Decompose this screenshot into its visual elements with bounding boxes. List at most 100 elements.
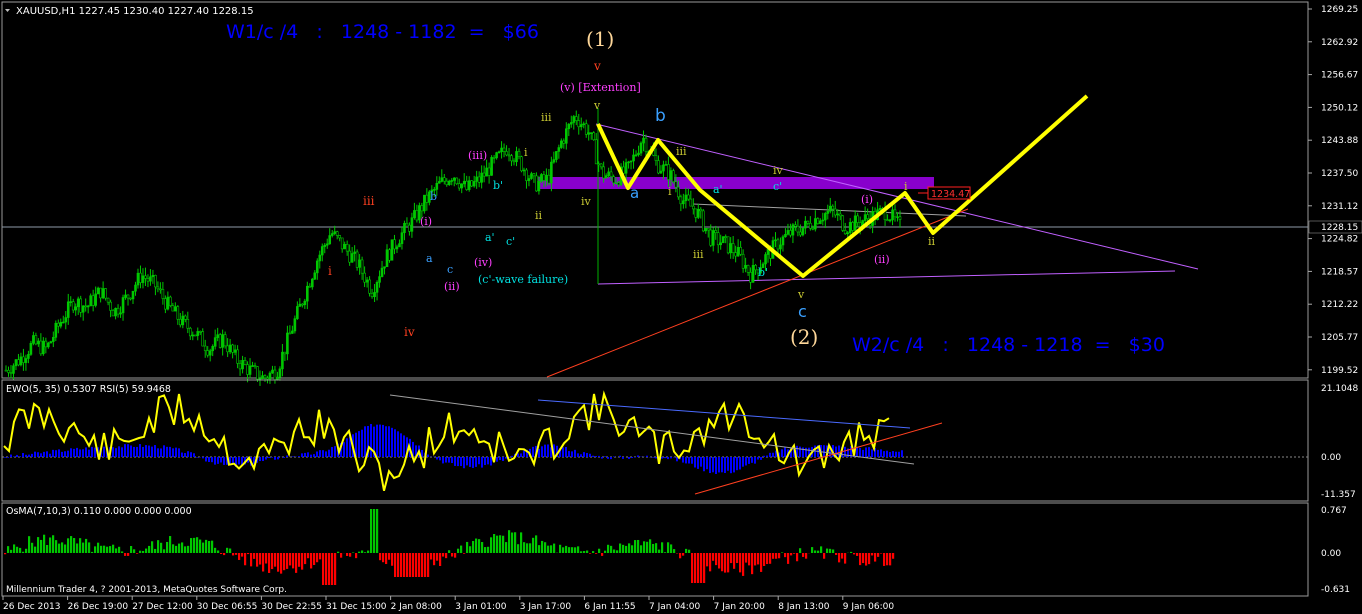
wave-label-1: (1): [586, 27, 614, 51]
candle-body: [779, 244, 782, 250]
osma-bar: [16, 546, 19, 553]
candle-body: [487, 167, 491, 176]
osma-bar: [643, 541, 646, 553]
osma-bar: [580, 551, 583, 553]
osma-bar: [385, 553, 388, 565]
ewo-bar: [52, 449, 54, 457]
candle-body: [574, 116, 578, 121]
ewo-bar: [709, 457, 711, 474]
ewo-bar: [79, 449, 81, 457]
ewo-bar: [868, 447, 870, 457]
ewo-bar: [628, 457, 630, 459]
osma-bar: [322, 553, 325, 585]
candle-body: [311, 278, 314, 288]
ewo-bar: [346, 438, 348, 457]
wave-label-b-big: b: [655, 106, 666, 126]
osma-axis-top: 0.767: [1321, 506, 1347, 516]
wave-label-b-prime2: b': [758, 266, 768, 279]
candle-body: [256, 366, 259, 380]
osma-bar: [4, 553, 7, 555]
ewo-bar: [85, 447, 87, 457]
candle-body: [248, 365, 252, 375]
ewo-bar: [562, 447, 564, 457]
time-axis-label: 26 Dec 19:00: [68, 602, 129, 612]
osma-bar: [238, 553, 241, 560]
osma-bar: [568, 547, 571, 553]
candle-body: [482, 172, 486, 177]
osma-bar: [241, 553, 244, 557]
osma-bar: [244, 553, 247, 566]
candle-body: [806, 220, 810, 224]
candle-body: [44, 340, 48, 348]
osma-bar: [589, 553, 592, 554]
candle-body: [480, 172, 483, 183]
osma-bar: [358, 551, 361, 553]
osma-bar: [307, 553, 310, 559]
ewo-rsi-panel[interactable]: EWO(5, 35) 0.5307 RSI(5) 59.9468 21.1048…: [1, 379, 1358, 502]
candle-body: [56, 322, 60, 327]
ewo-bar: [460, 457, 462, 467]
ewo-trendline: [694, 422, 943, 495]
candle-body: [809, 222, 812, 229]
candle-body: [550, 161, 553, 184]
ewo-bar: [19, 456, 21, 457]
ewo-bar: [898, 451, 900, 457]
osma-bar: [148, 545, 151, 553]
osma-bar: [547, 545, 550, 553]
osma-bar: [622, 544, 625, 553]
osma-bar: [313, 553, 316, 566]
osma-bar: [766, 553, 769, 565]
candle-body: [415, 210, 419, 221]
candle-body: [74, 306, 78, 311]
candle-body: [283, 351, 287, 355]
osma-bar: [517, 544, 520, 553]
osma-bar: [103, 545, 106, 553]
ewo-bar: [151, 446, 153, 457]
wave-label-v-extension: (v) [Extention]: [560, 81, 641, 94]
candle-body: [500, 147, 503, 153]
ewo-bar: [490, 457, 492, 466]
osma-bar: [247, 553, 250, 555]
osma-bar: [7, 546, 10, 553]
osma-bar: [49, 537, 52, 553]
osma-bar: [682, 553, 685, 556]
candle-body: [816, 218, 820, 224]
headline-w1: W1/c /4 : 1248 - 1182 = $66: [226, 21, 539, 43]
candle-body: [629, 160, 633, 163]
candle-body: [403, 222, 406, 234]
candle-body: [420, 205, 424, 212]
candle-body: [390, 239, 394, 261]
candle-body: [614, 182, 618, 185]
price-axis-label: 1250.12: [1321, 103, 1358, 113]
osma-bar: [745, 553, 748, 563]
osma-panel[interactable]: OsMA(7,10,3) 0.110 0.000 0.000 0.000 0.7…: [1, 502, 1350, 597]
candle-body: [241, 360, 244, 370]
candle-body: [657, 160, 660, 174]
ewo-bar: [772, 452, 774, 457]
osma-bar: [250, 553, 253, 567]
candle-body: [246, 364, 249, 375]
osma-bar: [430, 553, 433, 560]
osma-bar: [190, 538, 193, 553]
candle-body: [856, 215, 859, 223]
osma-bar: [673, 549, 676, 553]
candle-body: [174, 306, 177, 312]
candle-body: [188, 327, 192, 337]
candle-body: [54, 322, 58, 338]
osma-bar: [820, 546, 823, 553]
price-candles: [4, 110, 902, 386]
candle-body: [136, 272, 140, 286]
candle-body: [111, 310, 115, 317]
candle-body: [667, 164, 670, 180]
main-price-panel[interactable]: XAUUSD,H1 1227.45 1230.40 1227.40 1228.1…: [1, 1, 1362, 386]
ewo-bar: [448, 457, 450, 463]
ewo-bar: [64, 451, 66, 457]
osma-bar: [574, 547, 577, 553]
candle-body: [572, 116, 576, 123]
ewo-bar: [364, 426, 366, 457]
candle-body: [69, 301, 73, 303]
osma-bar: [595, 553, 598, 554]
osma-bar: [832, 549, 835, 553]
ewo-bar: [334, 446, 336, 457]
symbol-dropdown-icon[interactable]: [5, 9, 10, 12]
